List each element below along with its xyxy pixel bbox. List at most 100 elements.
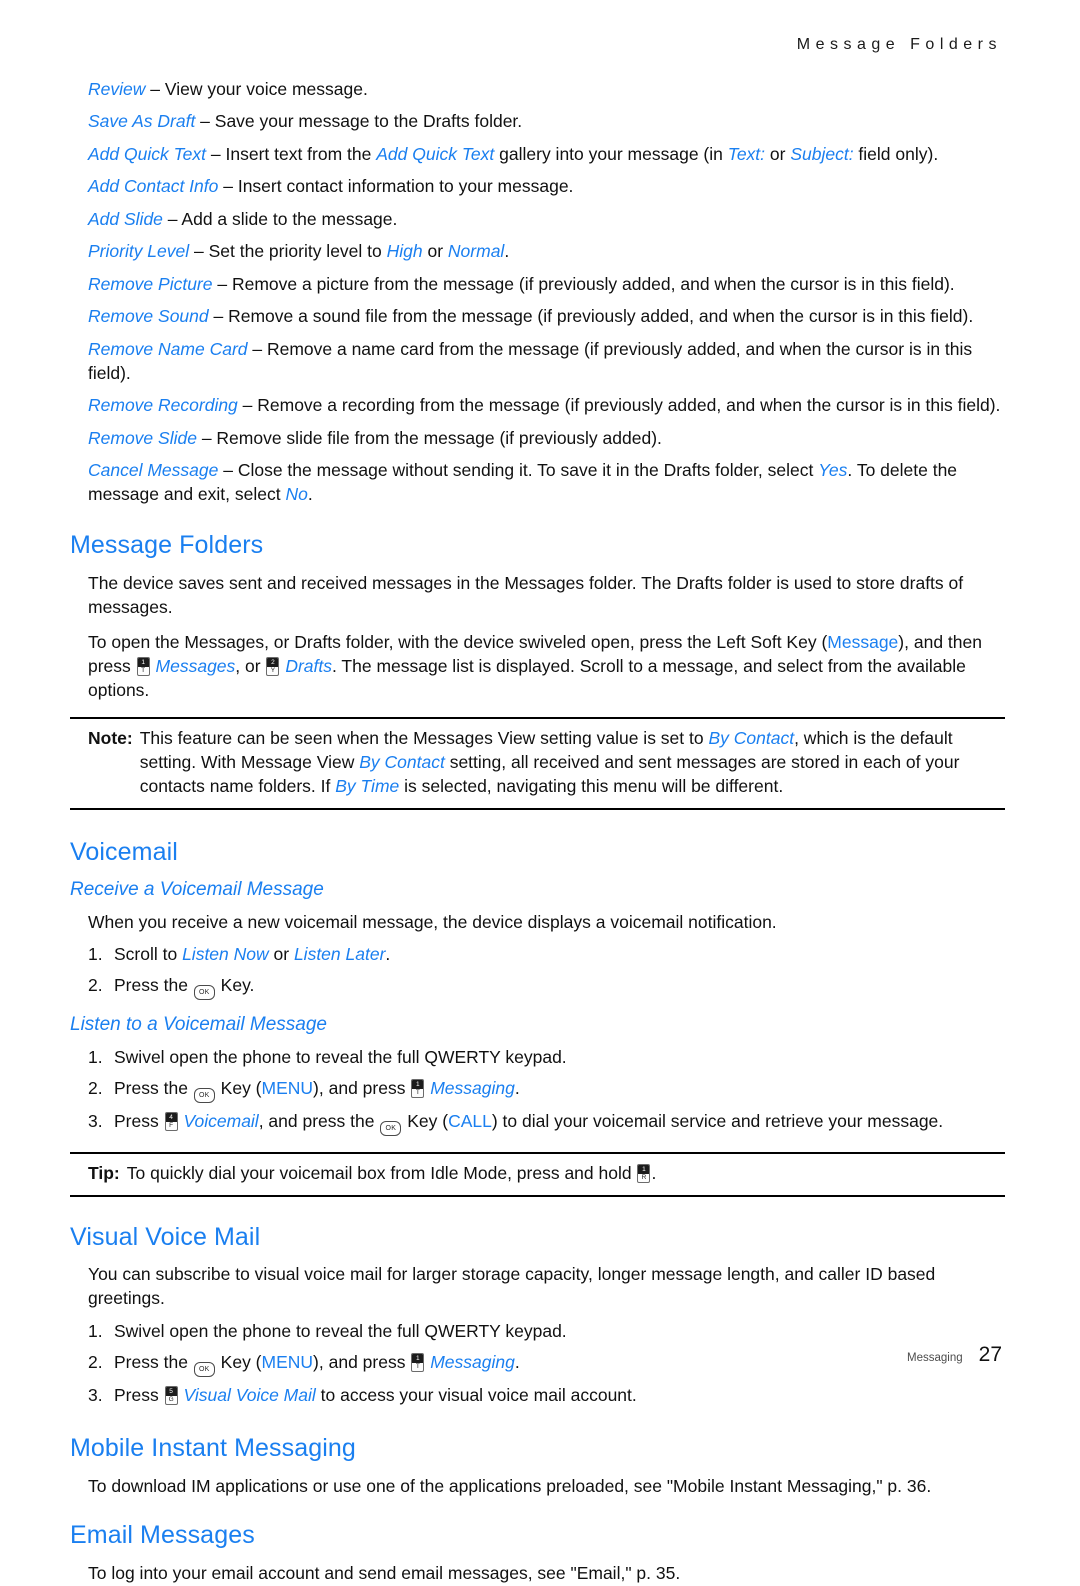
option-remove-picture: Remove Picture – Remove a picture from t… <box>70 273 1005 297</box>
step-text-b: , and press the <box>258 1110 380 1131</box>
label-menu: MENU <box>261 1077 314 1098</box>
link-by-time: By Time <box>335 775 400 796</box>
inline-term-no: No <box>285 484 308 505</box>
step-text-a: Press <box>114 1384 164 1405</box>
inline-term-add-quick-text: Add Quick Text <box>376 143 495 164</box>
option-desc: or <box>422 241 448 262</box>
key-1t-icon: 1T <box>411 1352 425 1372</box>
ok-key-icon: OK <box>193 984 215 1000</box>
option-term: Priority Level <box>88 241 190 262</box>
option-desc: – Close the message without sending it. … <box>218 460 819 481</box>
option-desc: or <box>765 143 791 164</box>
para2-text-c: , or <box>235 655 266 676</box>
link-listen-later[interactable]: Listen Later <box>294 944 385 964</box>
step-number: 2. <box>88 1351 103 1372</box>
option-add-contact-info: Add Contact Info – Insert contact inform… <box>70 175 1005 199</box>
label-menu: MENU <box>261 1351 314 1372</box>
visual-voice-mail-steps: 1. Swivel open the phone to reveal the fu… <box>70 1320 1005 1408</box>
step-item: 1. Swivel open the phone to reveal the fu… <box>88 1046 1005 1070</box>
option-term: Remove Name Card <box>88 338 248 359</box>
link-visual-voice-mail[interactable]: Visual Voice Mail <box>183 1385 315 1405</box>
key-1r-icon: 1R <box>637 1163 651 1183</box>
option-desc: – Remove a recording from the message (i… <box>237 395 1001 416</box>
step-number: 1. <box>88 1320 103 1341</box>
key-1t-icon: 1T <box>411 1078 425 1098</box>
inline-term-yes: Yes <box>818 460 848 481</box>
page-content: Review – View your voice message. Save A… <box>70 78 1005 1586</box>
note-label: Note: <box>88 727 133 748</box>
option-desc: – Remove slide file from the message (if… <box>196 427 662 448</box>
para2-text-a: To open the Messages, or Drafts folder, … <box>88 632 828 652</box>
link-drafts[interactable]: Drafts <box>285 656 332 676</box>
option-review: Review – View your voice message. <box>70 78 1005 102</box>
link-messaging[interactable]: Messaging <box>430 1352 515 1372</box>
subheading-receive-voicemail: Receive a Voicemail Message <box>70 878 324 900</box>
option-term: Add Contact Info <box>88 176 219 197</box>
step-text-a: Press the <box>114 1077 193 1098</box>
step-text-a: Press the <box>114 1351 193 1372</box>
tip-text-a: To quickly dial your voicemail box from … <box>126 1162 637 1183</box>
step-text-b: Key ( <box>215 1351 262 1372</box>
key-2y-icon: 2Y <box>266 656 280 676</box>
step-number: 2. <box>88 1077 103 1098</box>
step-text-d: . <box>514 1351 520 1372</box>
step-item: 2. Press the OK Key. <box>88 974 1005 1000</box>
subheading-listen-voicemail: Listen to a Voicemail Message <box>70 1013 327 1035</box>
option-desc: . <box>307 484 313 505</box>
step-number: 3. <box>88 1384 103 1405</box>
ok-key-icon: OK <box>380 1120 402 1136</box>
option-desc: – Save your message to the Drafts folder… <box>195 111 523 132</box>
label-call: CALL <box>448 1110 492 1131</box>
option-remove-recording: Remove Recording – Remove a recording fr… <box>70 394 1005 418</box>
page-footer: Messaging 27 <box>907 1343 1002 1367</box>
link-messages[interactable]: Messages <box>156 656 236 676</box>
note-callout: Note: This feature can be seen when the … <box>70 719 1005 808</box>
inline-term-high: High <box>386 241 423 262</box>
key-5g-icon: 5G <box>164 1385 178 1405</box>
step-text-b: or <box>268 943 294 964</box>
link-voicemail[interactable]: Voicemail <box>183 1111 258 1131</box>
option-desc: – Add a slide to the message. <box>162 208 398 229</box>
heading-voicemail: Voicemail <box>70 837 178 866</box>
key-1t-icon: 1T <box>136 656 150 676</box>
step-text-d: . <box>514 1077 520 1098</box>
step-item: 2. Press the OK Key (MENU), and press 1T … <box>88 1351 1005 1377</box>
visual-voice-mail-intro: You can subscribe to visual voice mail f… <box>88 1263 936 1308</box>
option-term: Add Quick Text <box>88 143 207 164</box>
option-remove-slide: Remove Slide – Remove slide file from th… <box>70 427 1005 451</box>
option-desc: gallery into your message (in <box>494 143 728 164</box>
tip-text-b: . <box>651 1162 657 1183</box>
option-term: Cancel Message <box>88 460 219 481</box>
step-text-a: Scroll to <box>114 943 183 964</box>
step-number: 3. <box>88 1110 103 1131</box>
step-item: 1. Swivel open the phone to reveal the fu… <box>88 1320 1005 1344</box>
option-desc: – Insert contact information to your mes… <box>218 176 574 197</box>
link-messaging[interactable]: Messaging <box>430 1078 515 1098</box>
option-add-quick-text: Add Quick Text – Insert text from the Ad… <box>70 143 1005 167</box>
ok-key-icon: OK <box>193 1087 215 1103</box>
ok-key-icon: OK <box>193 1361 215 1377</box>
option-remove-sound: Remove Sound – Remove a sound file from … <box>70 305 1005 329</box>
link-by-contact-1: By Contact <box>708 727 795 748</box>
receive-voicemail-steps: 1. Scroll to Listen Now or Listen Later. … <box>70 943 1005 1000</box>
step-item: 1. Scroll to Listen Now or Listen Later. <box>88 943 1005 967</box>
step-text-b: Key. <box>215 974 255 995</box>
step-item: 3. Press 5G Visual Voice Mail to access y… <box>88 1384 1005 1408</box>
link-message[interactable]: Message <box>827 632 898 652</box>
option-desc: – Remove a picture from the message (if … <box>212 273 955 294</box>
step-text-d: ) to dial your voicemail service and ret… <box>491 1110 944 1131</box>
option-term: Remove Recording <box>88 395 238 416</box>
link-by-contact-2: By Contact <box>359 751 445 772</box>
option-desc: – Insert text from the <box>206 143 377 164</box>
option-priority-level: Priority Level – Set the priority level … <box>70 240 1005 264</box>
heading-email-messages: Email Messages <box>70 1520 255 1549</box>
option-term: Remove Slide <box>88 427 197 448</box>
step-text-a: Press the <box>114 974 193 995</box>
step-text-a: Press <box>114 1110 164 1131</box>
tip-callout: Tip: To quickly dial your voicemail box … <box>70 1154 1005 1195</box>
step-number: 1. <box>88 1046 103 1067</box>
link-listen-now[interactable]: Listen Now <box>182 944 269 964</box>
step-text-c: ), and press <box>313 1077 411 1098</box>
option-term: Review <box>88 79 146 99</box>
step-text-b: to access your visual voice mail account… <box>315 1384 637 1405</box>
